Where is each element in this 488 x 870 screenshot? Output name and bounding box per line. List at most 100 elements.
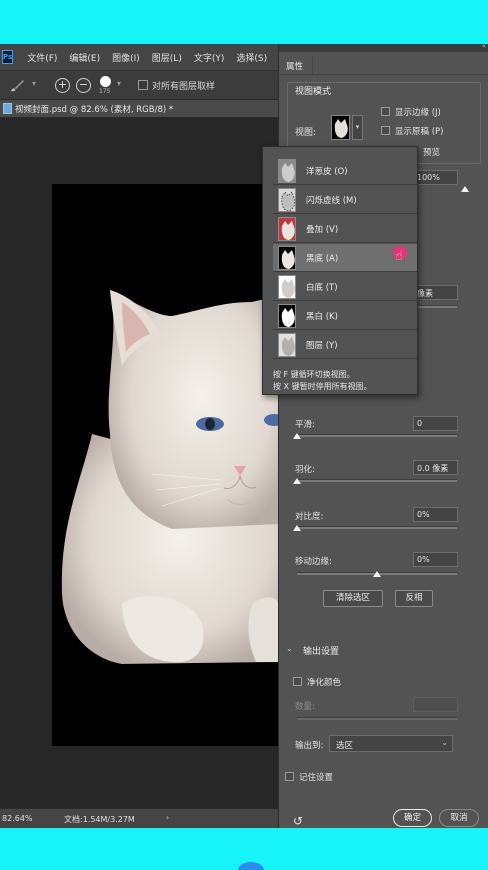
shift-edge-slider-thumb[interactable] [373, 571, 381, 577]
sample-all-layers-label: 对所有图层取样 [152, 82, 216, 92]
chevron-down-icon: ⌄ [441, 738, 448, 747]
tab-divider [279, 74, 488, 75]
opacity-slider-thumb[interactable] [461, 186, 469, 192]
view-option-label: 白底 (T) [306, 283, 338, 293]
brush-size-value: 175 [99, 88, 111, 95]
document-canvas[interactable] [52, 184, 278, 746]
menu-image[interactable]: 图像(I) [112, 51, 140, 64]
menu-file[interactable]: 文件(F) [27, 51, 57, 64]
on-black-thumbnail [278, 246, 296, 270]
shift-edge-field[interactable]: 0% [413, 552, 458, 567]
on-layers-thumbnail [278, 333, 296, 357]
contrast-field[interactable]: 0% [413, 507, 458, 522]
add-to-selection-button[interactable]: + [55, 78, 70, 93]
output-settings-title[interactable]: 输出设置 [303, 644, 339, 657]
brush-size-chevron-icon[interactable]: ▾ [117, 79, 121, 88]
invert-button[interactable]: 反相 [395, 590, 433, 607]
zoom-level[interactable]: 82.64% [2, 814, 33, 823]
marching-ants-thumbnail [278, 188, 296, 212]
show-edge-label: 显示边缘 (J) [395, 108, 441, 118]
feather-field[interactable]: 0.0 像素 [413, 460, 458, 475]
collapse-panel-icon[interactable]: « [482, 44, 486, 50]
frame-decoration [238, 862, 264, 870]
view-label: 视图: [295, 128, 317, 138]
smooth-slider-thumb[interactable] [293, 433, 301, 439]
view-option-label: 黑白 (K) [306, 312, 338, 322]
decontaminate-colors-label: 净化颜色 [307, 678, 342, 688]
view-option-marching-ants[interactable]: 闪烁虚线 (M) [273, 186, 417, 214]
view-hint-cycle: 按 F 键循环切换视图。 [273, 370, 355, 379]
view-option-label: 图层 (Y) [306, 341, 338, 351]
view-option-on-white[interactable]: 白底 (T) [273, 273, 417, 301]
menu-type[interactable]: 文字(Y) [194, 51, 225, 64]
remember-settings-label: 记住设置 [299, 773, 334, 783]
brush-icon[interactable] [8, 78, 26, 94]
subtract-from-selection-button[interactable]: − [76, 78, 91, 93]
onion-skin-thumbnail [278, 159, 296, 183]
view-mode-menu: 洋葱皮 (O) 闪烁虚线 (M) 叠加 (V) 黑底 (A) 白底 (T) 黑白… [262, 146, 418, 395]
view-dropdown-chevron-icon[interactable]: ▾ [352, 115, 363, 140]
document-title: 视频封面.psd @ 82.6% (素材, RGB/8) * [15, 105, 174, 115]
view-option-label: 洋葱皮 (O) [306, 167, 348, 177]
remember-settings-checkbox[interactable] [285, 772, 294, 781]
smooth-field[interactable]: 0 [413, 416, 458, 431]
view-option-label: 闪烁虚线 (M) [306, 196, 357, 206]
view-option-label: 黑底 (A) [306, 254, 339, 264]
panel-header-strip: « [279, 44, 488, 52]
radius-field[interactable]: 像素 [413, 285, 458, 300]
options-bar: ▾ + − 175 ▾ 对所有图层取样 [0, 70, 278, 100]
view-option-on-layers[interactable]: 图层 (Y) [273, 331, 417, 359]
output-to-dropdown[interactable]: 选区 ⌄ [329, 735, 453, 752]
amount-slider [297, 717, 457, 720]
clear-selection-button[interactable]: 清除选区 [323, 590, 383, 607]
high-quality-preview-label: 预览 [423, 148, 441, 158]
contrast-label: 对比度: [295, 512, 324, 522]
document-size: 文档:1.54M/3.27M [64, 815, 135, 824]
hand-cursor-icon: ☝ [395, 249, 403, 264]
status-bar: 82.64% 文档:1.54M/3.27M › [0, 808, 278, 828]
shift-edge-label: 移动边缘: [295, 557, 332, 567]
menu-items: 文件(F) 编辑(E) 图像(I) 图层(L) 文字(Y) 选择(S) 滤 [13, 51, 288, 64]
menu-select[interactable]: 选择(S) [236, 51, 267, 64]
show-edge-checkbox[interactable] [381, 107, 390, 116]
on-white-thumbnail [278, 275, 296, 299]
reset-icon[interactable]: ↺ [293, 814, 303, 828]
decontaminate-colors-checkbox[interactable] [293, 677, 302, 686]
tool-preset-chevron-icon[interactable]: ▾ [32, 79, 36, 88]
view-option-label: 叠加 (V) [306, 225, 339, 235]
amount-field [413, 697, 458, 712]
view-thumbnail[interactable] [331, 115, 350, 140]
contrast-slider-thumb[interactable] [293, 525, 301, 531]
menu-bar: Ps 文件(F) 编辑(E) 图像(I) 图层(L) 文字(Y) 选择(S) 滤 [0, 44, 288, 70]
view-mode-title: 视图模式 [293, 84, 334, 97]
contrast-slider[interactable] [297, 526, 457, 529]
document-tab[interactable]: 视频封面.psd @ 82.6% (素材, RGB/8) * [0, 100, 278, 118]
output-settings-chevron-icon[interactable]: ⌄ [286, 644, 293, 653]
smooth-label: 平滑: [295, 420, 315, 430]
show-original-checkbox[interactable] [381, 126, 390, 135]
black-white-thumbnail [278, 304, 296, 328]
cancel-button[interactable]: 取消 [439, 809, 479, 827]
cat-image [61, 290, 278, 664]
document-icon [3, 103, 12, 114]
sample-all-layers-checkbox[interactable] [138, 80, 148, 90]
view-option-onion-skin[interactable]: 洋葱皮 (O) [273, 157, 417, 185]
output-to-label: 输出到: [295, 741, 324, 751]
smooth-slider[interactable] [297, 434, 457, 437]
overlay-thumbnail [278, 217, 296, 241]
brush-size-icon[interactable] [100, 76, 111, 87]
ok-button[interactable]: 确定 [393, 809, 432, 827]
view-option-black-white[interactable]: 黑白 (K) [273, 302, 417, 330]
show-original-label: 显示原稿 (P) [395, 127, 444, 137]
view-option-overlay[interactable]: 叠加 (V) [273, 215, 417, 243]
status-menu-arrow-icon[interactable]: › [166, 813, 169, 822]
feather-slider[interactable] [297, 479, 457, 482]
feather-slider-thumb[interactable] [293, 478, 301, 484]
menu-layer[interactable]: 图层(L) [152, 51, 182, 64]
canvas-area[interactable] [0, 118, 278, 808]
tab-properties[interactable]: 属性 [279, 56, 313, 74]
opacity-field[interactable]: 100% [413, 170, 458, 185]
output-to-value: 选区 [336, 741, 354, 751]
view-hint-disable: 按 X 键暂时停用所有视图。 [273, 382, 372, 391]
menu-edit[interactable]: 编辑(E) [69, 51, 100, 64]
